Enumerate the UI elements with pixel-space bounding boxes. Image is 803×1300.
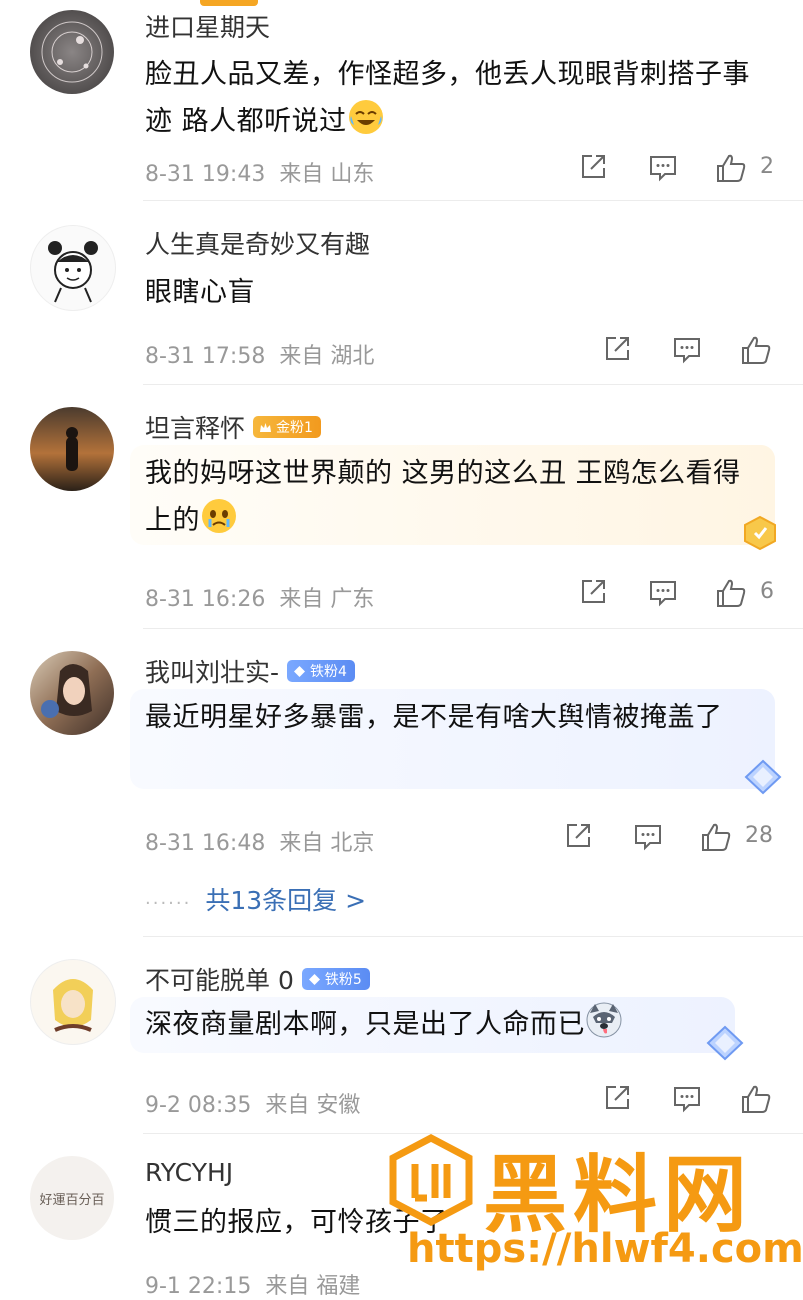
comment-text: 脸丑人品又差，作怪超多，他丢人现眼背刺搭子事迹 路人都听说过 [145, 59, 750, 137]
comment-text: 深夜商量剧本啊，只是出了人命而已 [145, 1001, 745, 1048]
comment-actions [602, 334, 782, 368]
username[interactable]: RYCYHJ [145, 1158, 233, 1187]
like-count: 2 [760, 154, 774, 179]
share-icon[interactable] [563, 821, 597, 855]
avatar[interactable] [30, 225, 116, 311]
comment-actions: 28 [563, 821, 788, 855]
username[interactable]: 人生真是奇妙又有趣 [145, 225, 370, 261]
husky-emoji-icon [585, 1001, 623, 1039]
username[interactable]: 不可能脱单 0 铁粉5 [145, 961, 370, 997]
comment-actions: 6 [578, 577, 788, 611]
username[interactable]: 坦言释怀 金粉1 [145, 409, 321, 445]
laugh-cry-emoji-icon [347, 98, 385, 136]
comment-item: 人生真是奇妙又有趣 眼瞎心盲 8-31 17:58 来自 湖北 [0, 201, 803, 385]
watermark-url: https://hlwf4.com [407, 1226, 803, 1272]
avatar[interactable] [30, 10, 114, 94]
username[interactable]: 进口星期天 [145, 8, 270, 44]
avatar[interactable] [30, 407, 114, 491]
dots-decoration: ······ [145, 893, 192, 914]
comment-item: 我叫刘壮实- 铁粉4 最近明星好多暴雷，是不是有啥大舆情被掩盖了 8-31 16… [0, 629, 803, 937]
fan-badge[interactable]: 金粉1 [253, 416, 321, 438]
watermark-logo-icon [389, 1134, 473, 1226]
avatar[interactable]: 好運百分百 [30, 1156, 114, 1240]
comment-text: 眼瞎心盲 [145, 277, 255, 308]
comment-icon[interactable] [648, 152, 682, 186]
comment-icon[interactable] [672, 334, 706, 368]
share-icon[interactable] [602, 334, 636, 368]
username[interactable]: 我叫刘壮实- 铁粉4 [145, 653, 355, 689]
comment-actions [602, 1083, 782, 1117]
like-icon[interactable] [740, 1083, 774, 1117]
comment-meta: 9-2 08:35 来自 安徽 [145, 1093, 361, 1118]
comment-meta: 8-31 16:48 来自 北京 [145, 831, 375, 856]
fan-badge[interactable]: 铁粉4 [287, 660, 355, 682]
watermark: 黑料网 https://hlwf4.com [385, 1128, 803, 1280]
crown-icon [259, 421, 272, 434]
comment-meta: 9-1 22:15 来自 福建 [145, 1274, 361, 1299]
comment-item: 坦言释怀 金粉1 我的妈呀这世界颠的 这男的这么丑 王鸥怎么看得上的 8-31 … [0, 385, 803, 629]
share-icon[interactable] [578, 577, 612, 611]
comment-icon[interactable] [633, 821, 667, 855]
crying-emoji-icon [200, 497, 238, 535]
comment-text: 最近明星好多暴雷，是不是有啥大舆情被掩盖了 [145, 702, 723, 733]
avatar[interactable] [30, 651, 114, 735]
like-icon[interactable] [715, 577, 749, 611]
comment-item: 进口星期天 脸丑人品又差，作怪超多，他丢人现眼背刺搭子事迹 路人都听说过 8-3… [0, 0, 803, 201]
comment-actions: 2 [578, 152, 788, 186]
diamond-icon [308, 973, 321, 986]
avatar[interactable] [30, 959, 116, 1045]
comment-icon[interactable] [648, 577, 682, 611]
like-icon[interactable] [715, 152, 749, 186]
comment-meta: 8-31 17:58 来自 湖北 [145, 344, 375, 369]
comment-text: 我的妈呀这世界颠的 这男的这么丑 王鸥怎么看得上的 [145, 458, 741, 536]
avatar-text: 好運百分百 [39, 1192, 105, 1208]
comment-icon[interactable] [672, 1083, 706, 1117]
like-count: 6 [760, 579, 774, 604]
share-icon[interactable] [602, 1083, 636, 1117]
view-replies-link[interactable]: ······ 共13条回复 > [145, 881, 366, 917]
diamond-decoration [738, 757, 788, 797]
like-count: 28 [745, 823, 773, 848]
diamond-icon [293, 665, 306, 678]
share-icon[interactable] [578, 152, 612, 186]
like-icon[interactable] [740, 334, 774, 368]
like-icon[interactable] [700, 821, 734, 855]
comment-meta: 8-31 16:26 来自 广东 [145, 587, 375, 612]
fan-badge[interactable]: 铁粉5 [301, 968, 370, 990]
comment-item: 不可能脱单 0 铁粉5 深夜商量剧本啊，只是出了人命而已 9-2 08:35 来… [0, 937, 803, 1134]
diamond-decoration [700, 1023, 750, 1063]
medal-decoration [735, 513, 785, 553]
comment-meta: 8-31 19:43 来自 山东 [145, 162, 375, 187]
